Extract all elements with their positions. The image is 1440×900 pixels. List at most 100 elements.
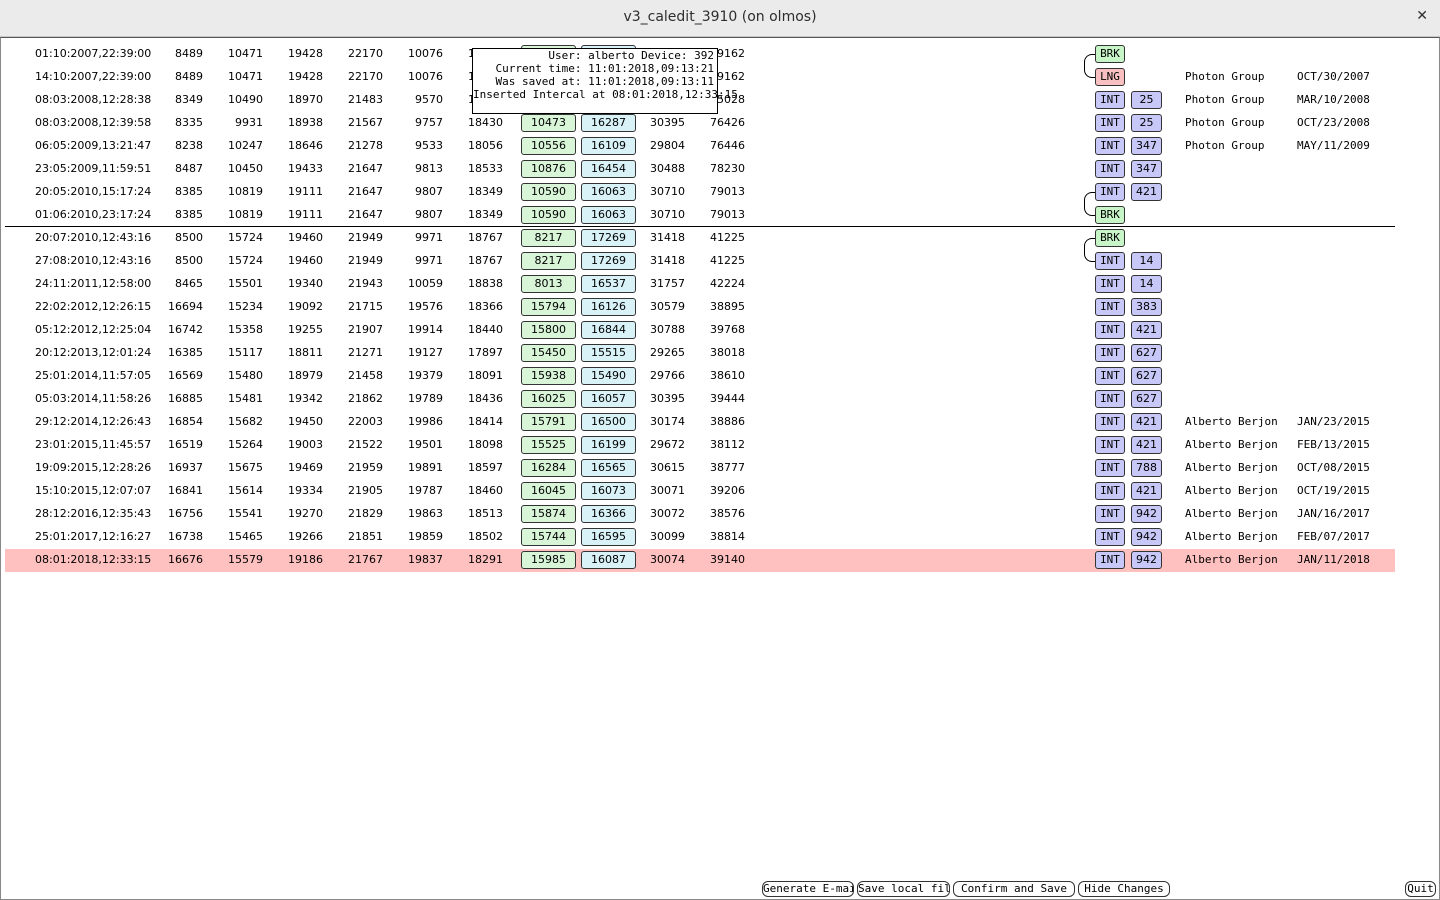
type-tag[interactable]: INT [1095, 321, 1125, 339]
table-row[interactable]: 01:06:2010,23:17:24 8385 10819 19111 21647 98… [5, 204, 1395, 227]
table-row[interactable]: 23:01:2015,11:45:57 16519 15264 19003 21522 1… [5, 434, 1395, 457]
editable-value-box[interactable]: 16287 [581, 114, 636, 132]
type-tag[interactable]: INT [1095, 551, 1125, 569]
type-tag[interactable]: BRK [1095, 206, 1125, 224]
intercal-number-tag[interactable]: 347 [1131, 160, 1162, 178]
type-tag[interactable]: INT [1095, 183, 1125, 201]
close-icon[interactable]: ✕ [1416, 8, 1428, 24]
intercal-number-tag[interactable]: 788 [1131, 459, 1162, 477]
intercal-number-tag[interactable]: 383 [1131, 298, 1162, 316]
editable-value-box[interactable]: 8217 [521, 229, 576, 247]
generate-email-button[interactable]: Generate E-mail [762, 881, 854, 897]
table-row[interactable]: 25:01:2014,11:57:05 16569 15480 18979 21458 1… [5, 365, 1395, 388]
intercal-number-tag[interactable]: 25 [1131, 114, 1162, 132]
table-row[interactable]: 25:01:2017,12:16:27 16738 15465 19266 21851 1… [5, 526, 1395, 549]
type-tag[interactable]: INT [1095, 459, 1125, 477]
editable-value-box[interactable]: 16109 [581, 137, 636, 155]
editable-value-box[interactable]: 15794 [521, 298, 576, 316]
quit-button[interactable]: Quit [1405, 881, 1436, 897]
editable-value-box[interactable]: 15490 [581, 367, 636, 385]
editable-value-box[interactable]: 8013 [521, 275, 576, 293]
editable-value-box[interactable]: 15525 [521, 436, 576, 454]
editable-value-box[interactable]: 15791 [521, 413, 576, 431]
table-row[interactable]: 29:12:2014,12:26:43 16854 15682 19450 22003 1… [5, 411, 1395, 434]
table-row[interactable]: 22:02:2012,12:26:15 16694 15234 19092 21715 1… [5, 296, 1395, 319]
type-tag[interactable]: INT [1095, 390, 1125, 408]
type-tag[interactable]: INT [1095, 298, 1125, 316]
table-row[interactable]: 20:12:2013,12:01:24 16385 15117 18811 21271 1… [5, 342, 1395, 365]
intercal-number-tag[interactable]: 14 [1131, 275, 1162, 293]
editable-value-box[interactable]: 16126 [581, 298, 636, 316]
type-tag[interactable]: INT [1095, 482, 1125, 500]
type-tag[interactable]: INT [1095, 528, 1125, 546]
editable-value-box[interactable]: 16844 [581, 321, 636, 339]
editable-value-box[interactable]: 15874 [521, 505, 576, 523]
editable-value-box[interactable]: 16073 [581, 482, 636, 500]
intercal-number-tag[interactable]: 421 [1131, 321, 1162, 339]
editable-value-box[interactable]: 16063 [581, 206, 636, 224]
hide-changes-button[interactable]: Hide Changes [1078, 881, 1170, 897]
intercal-number-tag[interactable]: 942 [1131, 551, 1162, 569]
editable-value-box[interactable]: 15515 [581, 344, 636, 362]
intercal-number-tag[interactable]: 25 [1131, 91, 1162, 109]
table-row[interactable]: 15:10:2015,12:07:07 16841 15614 19334 21905 1… [5, 480, 1395, 503]
type-tag[interactable]: INT [1095, 344, 1125, 362]
intercal-number-tag[interactable]: 942 [1131, 528, 1162, 546]
save-local-file-button[interactable]: Save local file [857, 881, 950, 897]
editable-value-box[interactable]: 15938 [521, 367, 576, 385]
editable-value-box[interactable]: 16595 [581, 528, 636, 546]
editable-value-box[interactable]: 16454 [581, 160, 636, 178]
editable-value-box[interactable]: 16284 [521, 459, 576, 477]
editable-value-box[interactable]: 10473 [521, 114, 576, 132]
table-row[interactable]: 23:05:2009,11:59:51 8487 10450 19433 21647 98… [5, 158, 1395, 181]
intercal-number-tag[interactable]: 421 [1131, 482, 1162, 500]
type-tag[interactable]: INT [1095, 436, 1125, 454]
intercal-number-tag[interactable]: 421 [1131, 413, 1162, 431]
editable-value-box[interactable]: 10590 [521, 206, 576, 224]
editable-value-box[interactable]: 16565 [581, 459, 636, 477]
intercal-number-tag[interactable]: 347 [1131, 137, 1162, 155]
intercal-number-tag[interactable]: 627 [1131, 344, 1162, 362]
type-tag[interactable]: INT [1095, 505, 1125, 523]
confirm-and-save-button[interactable]: Confirm and Save [953, 881, 1075, 897]
intercal-number-tag[interactable]: 421 [1131, 436, 1162, 454]
type-tag[interactable]: INT [1095, 114, 1125, 132]
table-row[interactable]: 08:03:2008,12:39:58 8335 9931 18938 21567 975… [5, 112, 1395, 135]
type-tag[interactable]: INT [1095, 91, 1125, 109]
type-tag[interactable]: INT [1095, 367, 1125, 385]
editable-value-box[interactable]: 10556 [521, 137, 576, 155]
editable-value-box[interactable]: 16366 [581, 505, 636, 523]
table-row[interactable]: 06:05:2009,13:21:47 8238 10247 18646 21278 95… [5, 135, 1395, 158]
type-tag[interactable]: INT [1095, 413, 1125, 431]
type-tag[interactable]: INT [1095, 275, 1125, 293]
type-tag[interactable]: LNG [1095, 68, 1125, 86]
editable-value-box[interactable]: 16087 [581, 551, 636, 569]
editable-value-box[interactable]: 16199 [581, 436, 636, 454]
table-row[interactable]: 19:09:2015,12:28:26 16937 15675 19469 21959 1… [5, 457, 1395, 480]
intercal-number-tag[interactable]: 627 [1131, 367, 1162, 385]
editable-value-box[interactable]: 16537 [581, 275, 636, 293]
editable-value-box[interactable]: 16025 [521, 390, 576, 408]
table-row[interactable]: 05:12:2012,12:25:04 16742 15358 19255 21907 1… [5, 319, 1395, 342]
type-tag[interactable]: INT [1095, 137, 1125, 155]
table-row[interactable]: 20:07:2010,12:43:16 8500 15724 19460 21949 99… [5, 227, 1395, 250]
table-row[interactable]: 20:05:2010,15:17:24 8385 10819 19111 21647 98… [5, 181, 1395, 204]
intercal-number-tag[interactable]: 421 [1131, 183, 1162, 201]
editable-value-box[interactable]: 16500 [581, 413, 636, 431]
table-row[interactable]: 28:12:2016,12:35:43 16756 15541 19270 21829 1… [5, 503, 1395, 526]
editable-value-box[interactable]: 16057 [581, 390, 636, 408]
type-tag[interactable]: INT [1095, 160, 1125, 178]
editable-value-box[interactable]: 17269 [581, 252, 636, 270]
editable-value-box[interactable]: 8217 [521, 252, 576, 270]
type-tag[interactable]: INT [1095, 252, 1125, 270]
editable-value-box[interactable]: 15985 [521, 551, 576, 569]
editable-value-box[interactable]: 15450 [521, 344, 576, 362]
editable-value-box[interactable]: 10876 [521, 160, 576, 178]
intercal-number-tag[interactable]: 14 [1131, 252, 1162, 270]
editable-value-box[interactable]: 15800 [521, 321, 576, 339]
table-row[interactable]: 05:03:2014,11:58:26 16885 15481 19342 21862 1… [5, 388, 1395, 411]
editable-value-box[interactable]: 16045 [521, 482, 576, 500]
intercal-number-tag[interactable]: 627 [1131, 390, 1162, 408]
intercal-number-tag[interactable]: 942 [1131, 505, 1162, 523]
table-row[interactable]: 08:01:2018,12:33:15 16676 15579 19186 21767 1… [5, 549, 1395, 572]
